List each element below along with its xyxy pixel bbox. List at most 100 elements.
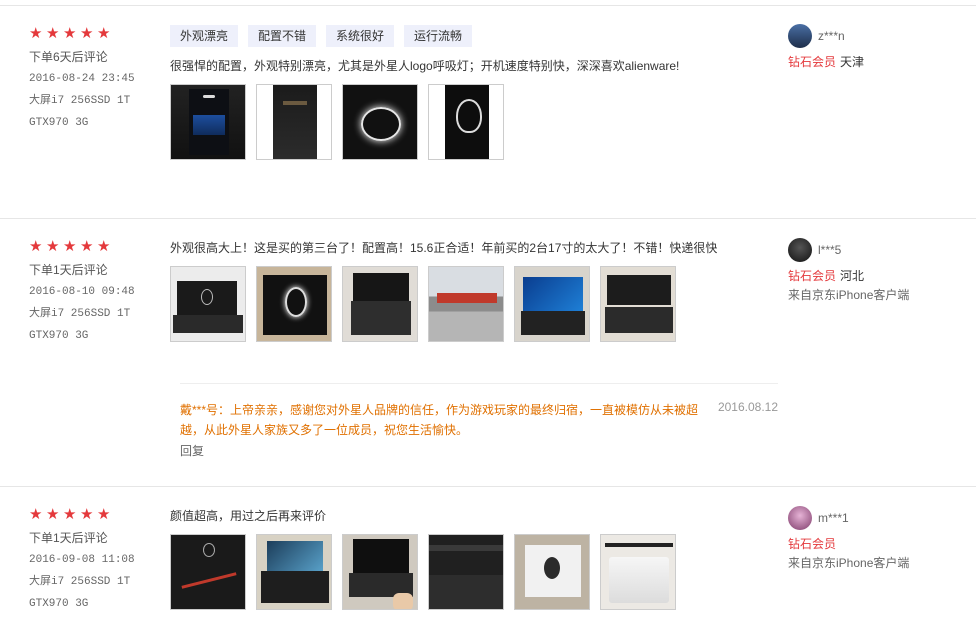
laptop-open-desk-photo xyxy=(171,267,245,341)
star-icon: ★ xyxy=(29,506,43,523)
product-spec: 大屏i7 256SSD 1T xyxy=(29,308,131,320)
laptop-on-box-photo xyxy=(257,535,331,609)
review-meta: ★ ★ ★ ★ ★ 下单1天后评论 2016-09-08 11:08 大屏i7 256S… xyxy=(29,507,135,615)
review-image-thumb[interactable] xyxy=(428,534,504,610)
alien-box-photo xyxy=(257,267,331,341)
merchant-reply: 戴***号：上帝亲亲，感谢您对外星人品牌的信任，作为游戏玩家的最终归宿，一直被模… xyxy=(180,383,778,459)
thumbnail-list xyxy=(170,266,770,342)
star-icon: ★ xyxy=(80,506,94,523)
star-icon: ★ xyxy=(97,506,111,523)
review-date: 2016-09-08 11:08 xyxy=(29,554,135,566)
avatar[interactable] xyxy=(788,24,812,48)
region: 天津 xyxy=(840,55,865,69)
tag[interactable]: 系统很好 xyxy=(326,25,395,47)
tag-list: 外观漂亮 配置不错 系统很好 运行流畅 xyxy=(170,25,770,47)
avatar[interactable] xyxy=(788,506,812,530)
alien-head-logo-photo xyxy=(429,85,503,159)
review-image-thumb[interactable] xyxy=(342,84,418,160)
reviewer-name[interactable]: l***5 xyxy=(818,243,841,257)
review-image-thumb[interactable] xyxy=(256,266,332,342)
thumbnail-list xyxy=(170,534,770,610)
box-on-carpet-photo xyxy=(515,535,589,609)
product-spec: 大屏i7 256SSD 1T xyxy=(29,576,131,588)
outdoor-building-photo xyxy=(429,267,503,341)
star-icon: ★ xyxy=(63,25,77,42)
star-icon: ★ xyxy=(80,238,94,255)
reviewer-name[interactable]: m***1 xyxy=(818,511,849,525)
reply-text: 戴***号：上帝亲亲，感谢您对外星人品牌的信任，作为游戏玩家的最终归宿，一直被模… xyxy=(180,403,699,437)
laptop-windows-screen-photo xyxy=(515,267,589,341)
review-image-thumb[interactable] xyxy=(170,266,246,342)
product-spec: 大屏i7 256SSD 1T xyxy=(29,95,131,107)
reply-date: 2016.08.12 xyxy=(717,400,778,414)
laptop-blue-keyboard-photo xyxy=(171,85,245,159)
review-image-thumb[interactable] xyxy=(170,534,246,610)
review-body: 外观很高大上！这是买的第三台了！配置高！15.6正合适！年前买的2台17寸的太大… xyxy=(170,239,770,342)
tag[interactable]: 运行流畅 xyxy=(404,25,473,47)
review-image-thumb[interactable] xyxy=(342,266,418,342)
review-item-2: ★ ★ ★ ★ ★ 下单1天后评论 2016-08-10 09:48 大屏i7 256S… xyxy=(0,219,976,487)
review-image-thumb[interactable] xyxy=(514,534,590,610)
review-meta: ★ ★ ★ ★ ★ 下单1天后评论 2016-08-10 09:48 大屏i7 256S… xyxy=(29,239,135,347)
member-level: 钻石会员 xyxy=(788,537,837,551)
client-source: 来自京东iPhone客户端 xyxy=(788,556,910,570)
order-info: 下单1天后评论 xyxy=(29,531,108,545)
star-icon: ★ xyxy=(29,238,43,255)
thumbnail-list xyxy=(170,84,770,160)
review-image-thumb[interactable] xyxy=(428,266,504,342)
laptop-keyboard-top-photo xyxy=(343,267,417,341)
order-info: 下单6天后评论 xyxy=(29,50,108,64)
review-content: 外观很高大上！这是买的第三台了！配置高！15.6正合适！年前买的2台17寸的太大… xyxy=(170,241,718,255)
tag[interactable]: 配置不错 xyxy=(248,25,317,47)
reviewer-info: m***1 钻石会员 来自京东iPhone客户端 xyxy=(788,506,909,573)
review-image-thumb[interactable] xyxy=(600,266,676,342)
reviewer-name[interactable]: z***n xyxy=(818,29,845,43)
review-body: 外观漂亮 配置不错 系统很好 运行流畅 很强悍的配置，外观特别漂亮，尤其是外星人… xyxy=(170,25,770,160)
review-date: 2016-08-24 23:45 xyxy=(29,73,135,85)
tag[interactable]: 外观漂亮 xyxy=(170,25,239,47)
reply-button[interactable]: 回复 xyxy=(180,442,778,459)
star-icon: ★ xyxy=(46,506,60,523)
star-icon: ★ xyxy=(46,238,60,255)
review-image-thumb[interactable] xyxy=(342,534,418,610)
star-icon: ★ xyxy=(97,238,111,255)
laptop-lid-photo xyxy=(257,85,331,159)
avatar[interactable] xyxy=(788,238,812,262)
laptop-dark-screen-photo xyxy=(343,535,417,609)
review-image-thumb[interactable] xyxy=(600,534,676,610)
review-image-thumb[interactable] xyxy=(256,534,332,610)
star-rating: ★ ★ ★ ★ ★ xyxy=(29,26,135,41)
order-info: 下单1天后评论 xyxy=(29,263,108,277)
review-image-thumb[interactable] xyxy=(256,84,332,160)
review-image-thumb[interactable] xyxy=(170,84,246,160)
laptop-back-vents-photo xyxy=(429,535,503,609)
star-icon: ★ xyxy=(29,25,43,42)
review-image-thumb[interactable] xyxy=(428,84,504,160)
laptop-silver-lid-photo xyxy=(601,535,675,609)
reviewer-info: z***n 钻石会员 天津 xyxy=(788,24,864,71)
member-level: 钻石会员 xyxy=(788,269,837,283)
review-item-1: ★ ★ ★ ★ ★ 下单6天后评论 2016-08-24 23:45 大屏i7 256S… xyxy=(0,6,976,219)
star-icon: ★ xyxy=(97,25,111,42)
star-icon: ★ xyxy=(63,238,77,255)
reviewer-info: l***5 钻石会员 河北 来自京东iPhone客户端 xyxy=(788,238,909,305)
star-icon: ★ xyxy=(46,25,60,42)
review-content: 很强悍的配置，外观特别漂亮，尤其是外星人logo呼吸灯；开机速度特别快，深深喜欢… xyxy=(170,59,680,73)
review-item-3: ★ ★ ★ ★ ★ 下单1天后评论 2016-09-08 11:08 大屏i7 256S… xyxy=(0,487,976,635)
product-spec: GTX970 3G xyxy=(29,117,89,129)
star-icon: ★ xyxy=(63,506,77,523)
alien-logo-glow-photo xyxy=(343,85,417,159)
review-body: 颜值超高，用过之后再来评价 xyxy=(170,507,770,610)
review-image-thumb[interactable] xyxy=(514,266,590,342)
star-icon: ★ xyxy=(80,25,94,42)
region: 河北 xyxy=(840,269,865,283)
review-content: 颜值超高，用过之后再来评价 xyxy=(170,509,327,523)
laptop-closed-photo xyxy=(601,267,675,341)
client-source: 来自京东iPhone客户端 xyxy=(788,288,910,302)
product-spec: GTX970 3G xyxy=(29,598,89,610)
star-rating: ★ ★ ★ ★ ★ xyxy=(29,239,135,254)
review-date: 2016-08-10 09:48 xyxy=(29,286,135,298)
star-rating: ★ ★ ★ ★ ★ xyxy=(29,507,135,522)
review-meta: ★ ★ ★ ★ ★ 下单6天后评论 2016-08-24 23:45 大屏i7 256S… xyxy=(29,26,135,134)
product-spec: GTX970 3G xyxy=(29,330,89,342)
